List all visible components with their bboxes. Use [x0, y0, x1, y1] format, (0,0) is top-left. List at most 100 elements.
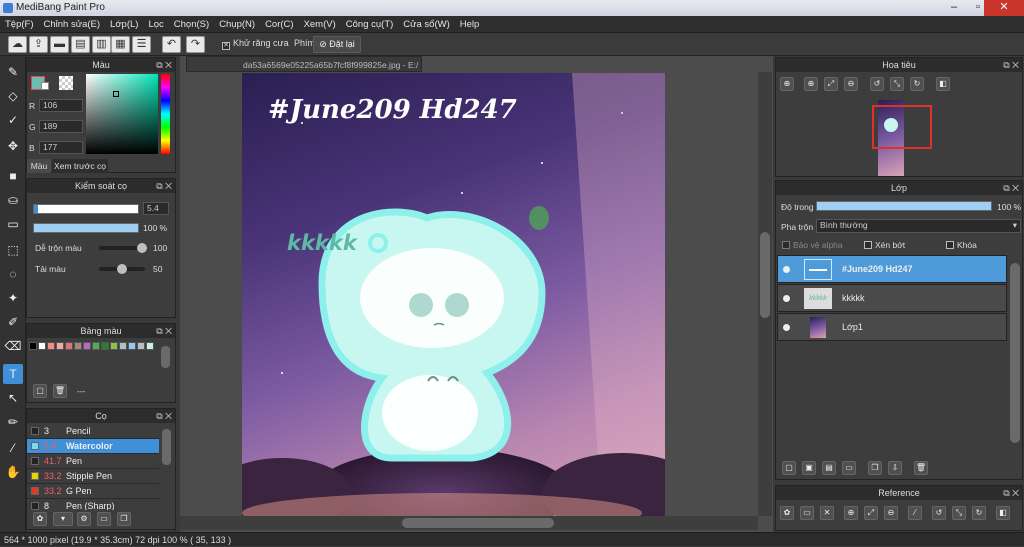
new-8bit-layer-icon[interactable]: ▤: [822, 461, 836, 475]
new-layer-icon[interactable]: ▢: [782, 461, 796, 475]
resample-slider-knob[interactable]: [117, 264, 127, 274]
eye-icon[interactable]: [783, 324, 790, 331]
merge-layer-icon[interactable]: ⇩: [888, 461, 902, 475]
reference-eyedropper-icon[interactable]: ⁄: [908, 506, 922, 520]
palette-swatch[interactable]: [101, 342, 109, 350]
palette-swatch[interactable]: [56, 342, 64, 350]
hand-tool-icon[interactable]: ✋: [3, 462, 23, 482]
palette-swatch[interactable]: [47, 342, 55, 350]
trash-icon[interactable]: 🗑: [53, 384, 67, 398]
rotate-right-icon[interactable]: ↻: [910, 77, 924, 91]
antialias-checkbox[interactable]: ✕: [222, 42, 230, 50]
palette-swatch[interactable]: [128, 342, 136, 350]
panel-buttons[interactable]: ⧉ ✕: [1003, 486, 1019, 500]
brush-item-pencil[interactable]: 3 Pencil: [27, 424, 159, 439]
new-palette-icon[interactable]: ▢: [33, 384, 47, 398]
eyedropper-tool-icon[interactable]: ⁄: [3, 438, 23, 458]
tab-color[interactable]: Màu: [27, 159, 51, 173]
artwork[interactable]: #June209 Hd247 kkkkk: [242, 73, 665, 516]
panel-buttons[interactable]: ⧉ ✕: [156, 58, 172, 72]
palette-swatch[interactable]: [137, 342, 145, 350]
b-field[interactable]: 177: [39, 141, 83, 154]
brush-item-pen-sharp[interactable]: 8 Pen (Sharp): [27, 499, 159, 510]
menu-edit[interactable]: Chỉnh sửa(E): [39, 16, 106, 33]
page-icon[interactable]: ▥: [92, 36, 111, 53]
canvas-vscrollbar[interactable]: [758, 72, 772, 516]
tab-brush-preview[interactable]: Xem trước cọ: [52, 159, 108, 173]
r-field[interactable]: 106: [39, 99, 83, 112]
brush-settings-icon[interactable]: ⚙: [77, 512, 91, 526]
layer-opacity-bar[interactable]: [816, 201, 992, 211]
fit-window-icon[interactable]: ⤢: [824, 77, 838, 91]
reference-open-icon[interactable]: ▭: [800, 506, 814, 520]
background-color-swatch[interactable]: [41, 82, 49, 90]
zoom-out-icon[interactable]: ⊖: [844, 77, 858, 91]
flip-icon[interactable]: ◧: [936, 77, 950, 91]
panel-buttons[interactable]: ⧉ ✕: [1003, 181, 1019, 195]
palette-swatch[interactable]: [38, 342, 46, 350]
menu-window[interactable]: Cửa sổ(W): [398, 16, 454, 33]
menu-view[interactable]: Xem(V): [299, 16, 341, 33]
operation-tool-icon[interactable]: ↖: [3, 388, 23, 408]
reference-flip-icon[interactable]: ◧: [996, 506, 1010, 520]
transparent-color-swatch[interactable]: [59, 76, 73, 90]
clipping-option[interactable]: Xén bớt: [864, 240, 905, 250]
reference-rotate-left-icon[interactable]: ↺: [932, 506, 946, 520]
fit-icon[interactable]: ⤡: [890, 77, 904, 91]
panel-buttons[interactable]: ⧉ ✕: [156, 179, 172, 193]
menu-filter[interactable]: Lọc: [143, 16, 168, 33]
share-icon[interactable]: ⇪: [29, 36, 48, 53]
protect-alpha-option[interactable]: Bảo vệ alpha: [782, 240, 843, 250]
cloud-icon[interactable]: ☁: [8, 36, 27, 53]
document-icon[interactable]: ▤: [71, 36, 90, 53]
move-tool-icon[interactable]: ✥: [3, 136, 23, 156]
panel-buttons[interactable]: ⧉ ✕: [156, 409, 172, 423]
zoom-in-small-icon[interactable]: ⊕: [804, 77, 818, 91]
reference-zoom-in-icon[interactable]: ⊕: [844, 506, 858, 520]
palette-scroll-thumb[interactable]: [161, 346, 170, 368]
fill-tool-icon[interactable]: ⛀: [3, 190, 23, 210]
rotate-left-icon[interactable]: ↺: [870, 77, 884, 91]
layer-blend-select[interactable]: Bình thường ▾: [816, 219, 1021, 233]
palette-swatch[interactable]: [65, 342, 73, 350]
new-halftone-layer-icon[interactable]: ▣: [802, 461, 816, 475]
redo-icon[interactable]: ↷: [186, 36, 205, 53]
undo-icon[interactable]: ↶: [162, 36, 181, 53]
menu-tools[interactable]: Công cụ(T): [341, 16, 399, 33]
close-button[interactable]: ✕: [984, 0, 1024, 16]
clipping-checkbox[interactable]: [864, 241, 872, 249]
hue-bar[interactable]: [161, 74, 170, 154]
brush-item-g-pen[interactable]: 33.2 G Pen: [27, 484, 159, 499]
menu-select[interactable]: Chọn(S): [169, 16, 214, 33]
reference-fit-icon[interactable]: ⤢: [864, 506, 878, 520]
select-eraser-tool-icon[interactable]: ⌫: [3, 336, 23, 356]
lock-option[interactable]: Khóa: [946, 240, 977, 250]
eraser-tool-icon[interactable]: ◇: [3, 86, 23, 106]
color-square[interactable]: [86, 74, 158, 154]
menu-color[interactable]: Cor(C): [260, 16, 299, 33]
layer-row[interactable]: Lớp1: [777, 313, 1007, 341]
brush-folder-icon[interactable]: ▭: [97, 512, 111, 526]
palette-swatch[interactable]: [146, 342, 154, 350]
menu-snap[interactable]: Chụp(N): [214, 16, 260, 33]
list-icon[interactable]: ☰: [132, 36, 151, 53]
brush-item-pen[interactable]: 41.7 Pen: [27, 454, 159, 469]
palette-scrollbar[interactable]: [161, 346, 170, 374]
comment-icon[interactable]: ▬: [50, 36, 69, 53]
layer-row[interactable]: kkkkk kkkkk: [777, 284, 1007, 312]
menu-file[interactable]: Tệp(F): [0, 16, 39, 33]
palette-swatch[interactable]: [83, 342, 91, 350]
palette-swatch[interactable]: [29, 342, 37, 350]
select-pen-tool-icon[interactable]: ✐: [3, 312, 23, 332]
dot-tool-icon[interactable]: ✓: [3, 110, 23, 130]
palette-swatch[interactable]: [110, 342, 118, 350]
zoom-in-icon[interactable]: ⊕: [780, 77, 794, 91]
reference-zoom-out-icon[interactable]: ⊖: [884, 506, 898, 520]
blend-slider-knob[interactable]: [137, 243, 147, 253]
lasso-tool-icon[interactable]: ◌: [3, 264, 23, 284]
brush-size-bar[interactable]: [33, 204, 139, 214]
eye-icon[interactable]: [783, 295, 790, 302]
protect-alpha-checkbox[interactable]: [782, 241, 790, 249]
reference-rotate-right-icon[interactable]: ↻: [972, 506, 986, 520]
duplicate-layer-icon[interactable]: ❐: [868, 461, 882, 475]
